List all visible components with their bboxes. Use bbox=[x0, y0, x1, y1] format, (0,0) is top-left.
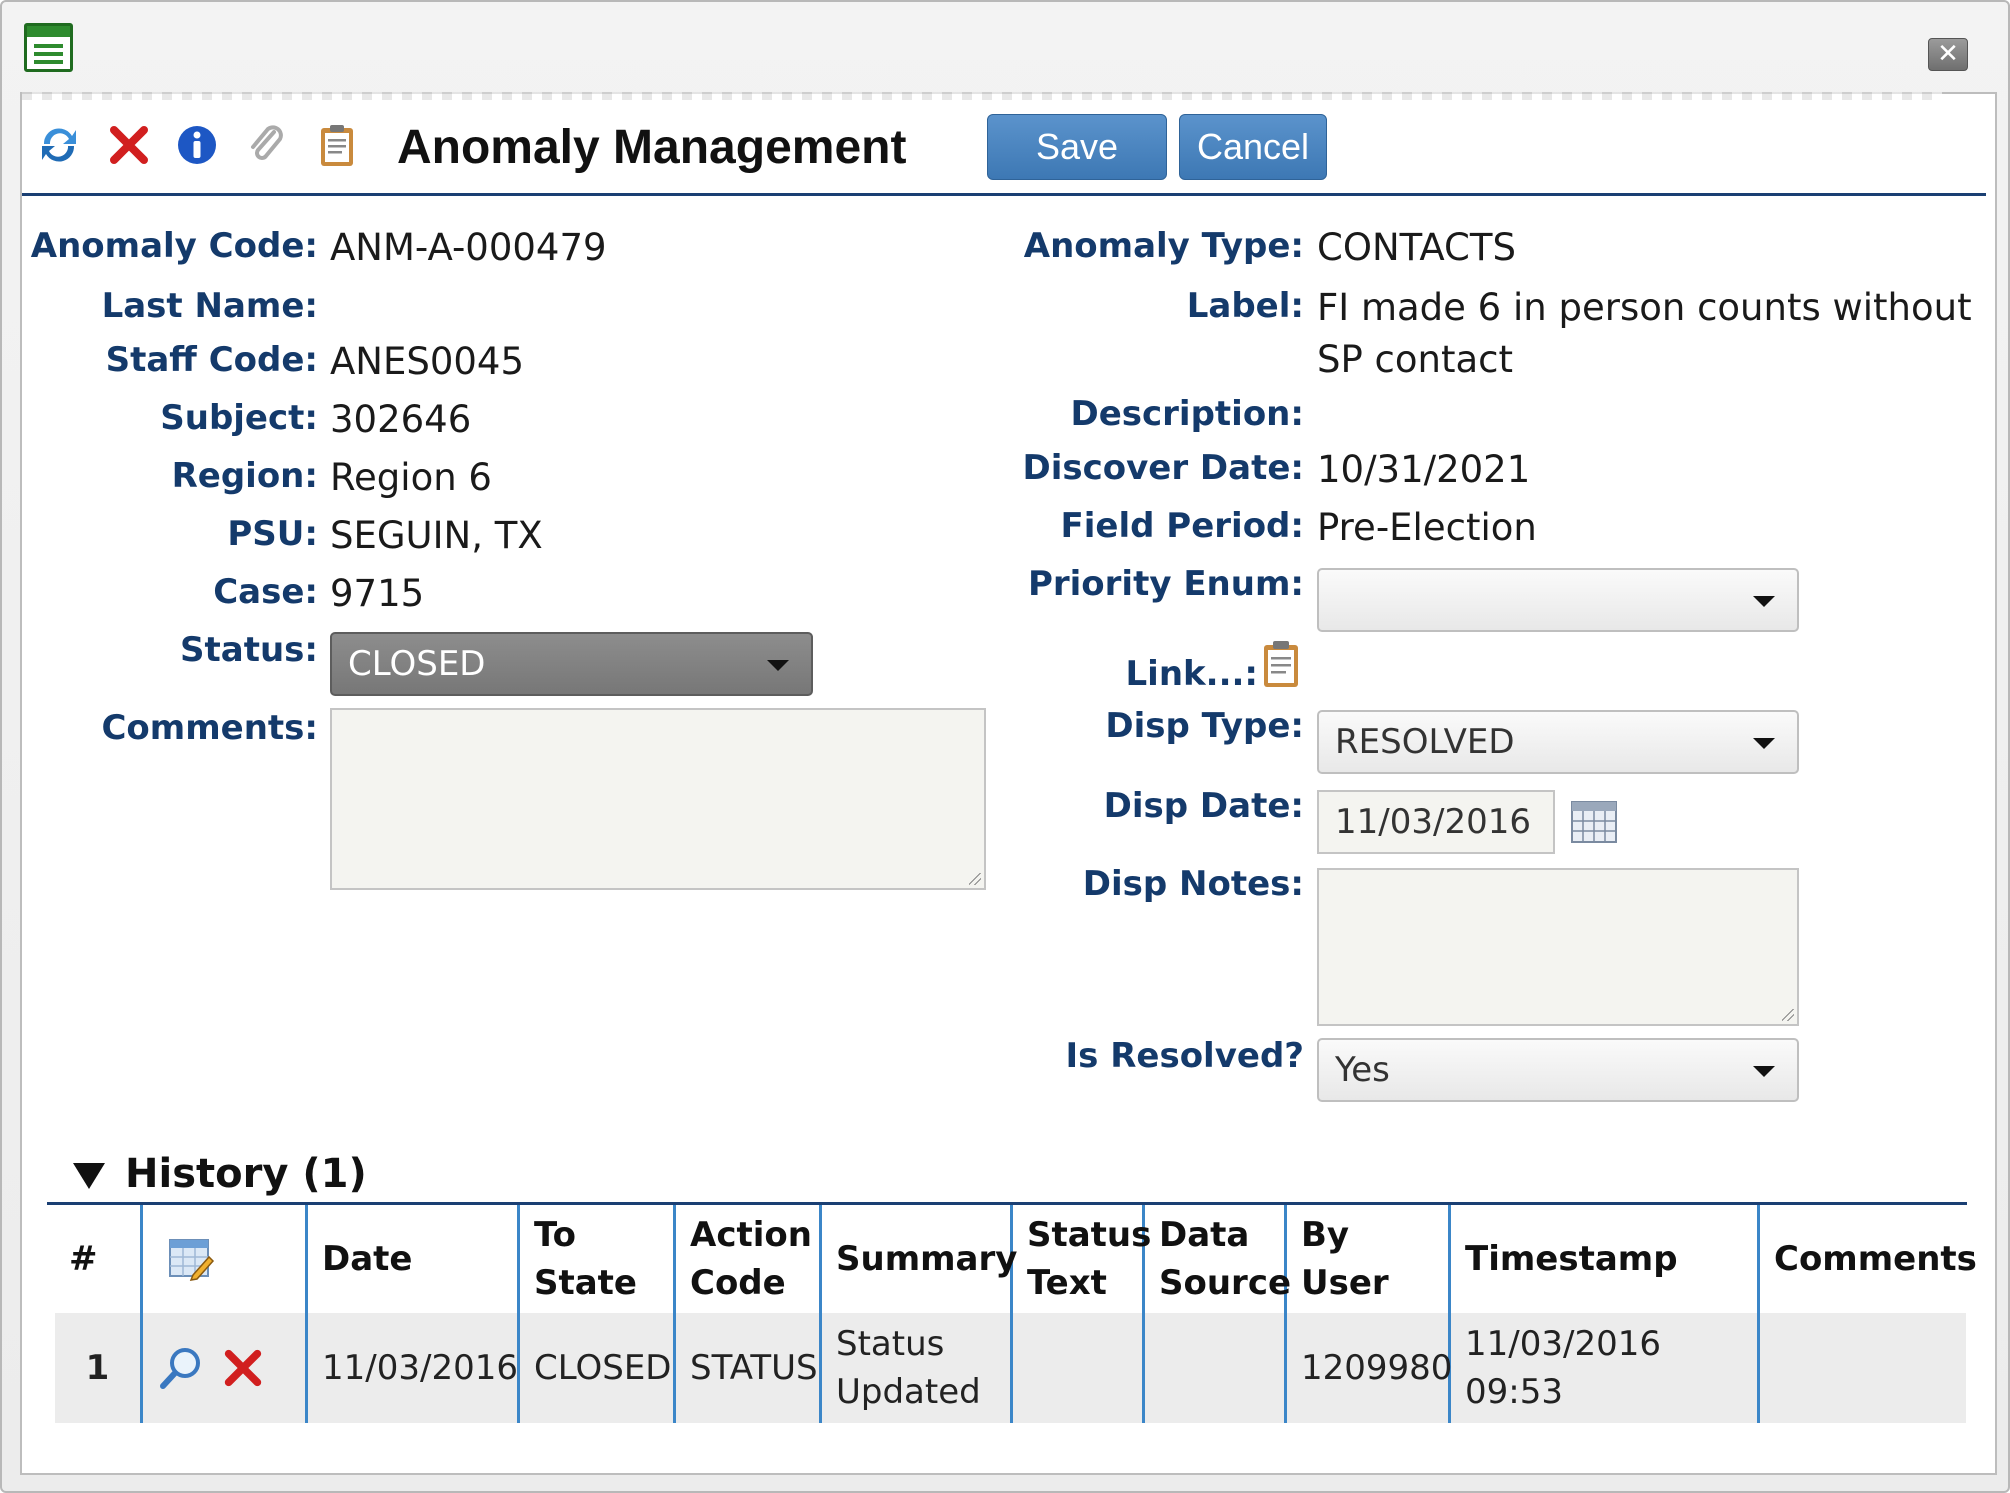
info-icon[interactable] bbox=[174, 122, 220, 168]
disp-date-label: Disp Date: bbox=[1103, 786, 1304, 826]
cell-data-source bbox=[1145, 1313, 1284, 1423]
history-title: History (1) bbox=[125, 1151, 367, 1197]
psu-label: PSU: bbox=[227, 514, 318, 554]
chevron-down-icon bbox=[767, 660, 789, 671]
comments-label: Comments: bbox=[101, 708, 318, 748]
subject-label: Subject: bbox=[160, 398, 318, 438]
cell-num: 1 bbox=[85, 1348, 110, 1388]
status-select-value: CLOSED bbox=[348, 644, 486, 684]
field-period-value: Pre-Election bbox=[1317, 506, 1537, 549]
col-header-to-state-line1: To bbox=[534, 1215, 577, 1255]
is-resolved-value: Yes bbox=[1335, 1050, 1390, 1090]
priority-enum-label: Priority Enum: bbox=[1027, 564, 1304, 604]
cell-action-code: STATUS bbox=[690, 1348, 818, 1388]
col-header-data-source: Data Source bbox=[1145, 1205, 1291, 1313]
region-label: Region: bbox=[171, 456, 318, 496]
discover-date-value: 10/31/2021 bbox=[1317, 448, 1531, 491]
discover-date-label: Discover Date: bbox=[1022, 448, 1304, 488]
disp-type-select[interactable]: RESOLVED bbox=[1317, 710, 1799, 774]
col-header-action-code-line2: Code bbox=[690, 1263, 786, 1303]
col-header-to-state: To State bbox=[520, 1205, 673, 1313]
field-period-label: Field Period: bbox=[1060, 506, 1304, 546]
disp-notes-label: Disp Notes: bbox=[1082, 864, 1304, 904]
col-header-by-user: By User bbox=[1301, 1215, 1389, 1303]
psu-value: SEGUIN, TX bbox=[330, 514, 543, 557]
staff-code-value: ANES0045 bbox=[330, 340, 525, 383]
cell-comments bbox=[1760, 1313, 1966, 1423]
cancel-button[interactable]: Cancel bbox=[1179, 114, 1327, 180]
anomaly-code-label: Anomaly Code: bbox=[30, 226, 318, 266]
status-select[interactable]: CLOSED bbox=[330, 632, 813, 696]
cell-summary-line2: Updated bbox=[836, 1372, 981, 1412]
chevron-down-icon bbox=[1753, 596, 1775, 607]
label-value-line1: FI made 6 in person counts without bbox=[1317, 286, 1972, 329]
link-label[interactable]: Link...: bbox=[902, 654, 1258, 694]
cell-to-state: CLOSED bbox=[534, 1348, 672, 1388]
is-resolved-label: Is Resolved? bbox=[1065, 1036, 1305, 1076]
case-value: 9715 bbox=[330, 572, 425, 615]
description-label: Description: bbox=[1070, 394, 1304, 434]
view-magnifier-icon[interactable] bbox=[157, 1344, 205, 1392]
clipboard-icon[interactable] bbox=[314, 122, 360, 168]
col-header-edit bbox=[143, 1205, 305, 1313]
app-form-icon bbox=[24, 23, 73, 72]
priority-enum-select[interactable] bbox=[1317, 568, 1799, 632]
collapse-triangle-icon[interactable] bbox=[73, 1163, 105, 1189]
chevron-down-icon bbox=[1753, 738, 1775, 749]
col-header-data-source-line2: Source bbox=[1159, 1263, 1292, 1303]
delete-row-icon[interactable] bbox=[221, 1346, 265, 1390]
calendar-icon[interactable] bbox=[1570, 800, 1618, 844]
label-label: Label: bbox=[1186, 286, 1304, 326]
col-header-comments: Comments bbox=[1774, 1239, 1977, 1279]
save-button[interactable]: Save bbox=[987, 114, 1167, 180]
close-button[interactable]: ✕ bbox=[1928, 38, 1968, 71]
col-header-summary: Summary bbox=[836, 1239, 1018, 1279]
last-name-label: Last Name: bbox=[101, 286, 318, 326]
disp-type-value: RESOLVED bbox=[1335, 722, 1515, 762]
staff-code-label: Staff Code: bbox=[105, 340, 318, 380]
col-header-status-text-line2: Text bbox=[1027, 1263, 1107, 1303]
is-resolved-select[interactable]: Yes bbox=[1317, 1038, 1799, 1102]
cell-actions bbox=[143, 1313, 305, 1423]
col-header-status-text-line1: Status bbox=[1027, 1215, 1152, 1255]
col-header-timestamp: Timestamp bbox=[1465, 1239, 1678, 1279]
cell-timestamp: 11/03/2016 09:53 bbox=[1465, 1324, 1661, 1412]
titlebar: ✕ bbox=[2, 2, 2008, 90]
grid-edit-icon[interactable] bbox=[167, 1235, 215, 1283]
col-header-data-source-line1: Data bbox=[1159, 1215, 1250, 1255]
cell-date: 11/03/2016 bbox=[322, 1348, 518, 1388]
disp-date-input[interactable]: 11/03/2016 bbox=[1317, 790, 1555, 854]
delete-icon[interactable] bbox=[106, 122, 152, 168]
cell-status-text bbox=[1013, 1313, 1142, 1423]
link-clipboard-icon[interactable] bbox=[1260, 639, 1302, 689]
attach-icon[interactable] bbox=[244, 122, 290, 168]
dialog-window: ✕ Anomaly Management Save Cancel Anomaly… bbox=[0, 0, 2010, 1493]
cell-summary: Status Updated bbox=[822, 1313, 1010, 1423]
col-header-action-code: Action Code bbox=[676, 1205, 819, 1313]
history-section-header[interactable]: History (1) bbox=[47, 1149, 1967, 1205]
case-label: Case: bbox=[213, 572, 318, 612]
cell-by-user: 1209980 bbox=[1301, 1348, 1453, 1388]
page-title: Anomaly Management bbox=[397, 121, 907, 174]
col-header-to-state-line2: State bbox=[534, 1263, 637, 1303]
subject-value: 302646 bbox=[330, 398, 472, 441]
dotted-divider bbox=[22, 92, 1942, 100]
anomaly-type-label: Anomaly Type: bbox=[1023, 226, 1304, 266]
anomaly-type-value: CONTACTS bbox=[1317, 226, 1516, 269]
status-label: Status: bbox=[180, 630, 318, 670]
label-value-line2: SP contact bbox=[1317, 338, 1514, 381]
comments-textarea[interactable] bbox=[330, 708, 986, 890]
anomaly-code-value: ANM-A-000479 bbox=[330, 226, 607, 269]
region-value: Region 6 bbox=[330, 456, 492, 499]
disp-type-label: Disp Type: bbox=[1105, 706, 1304, 746]
disp-notes-textarea[interactable] bbox=[1317, 868, 1799, 1026]
col-header-num: # bbox=[69, 1239, 98, 1279]
cell-summary-line1: Status bbox=[836, 1324, 945, 1364]
chevron-down-icon bbox=[1753, 1066, 1775, 1077]
col-header-action-code-line1: Action bbox=[690, 1215, 812, 1255]
col-header-date: Date bbox=[322, 1239, 413, 1279]
refresh-icon[interactable] bbox=[36, 122, 82, 168]
col-header-status-text: Status Text bbox=[1013, 1205, 1151, 1313]
toolbar: Anomaly Management Save Cancel bbox=[22, 100, 1986, 196]
